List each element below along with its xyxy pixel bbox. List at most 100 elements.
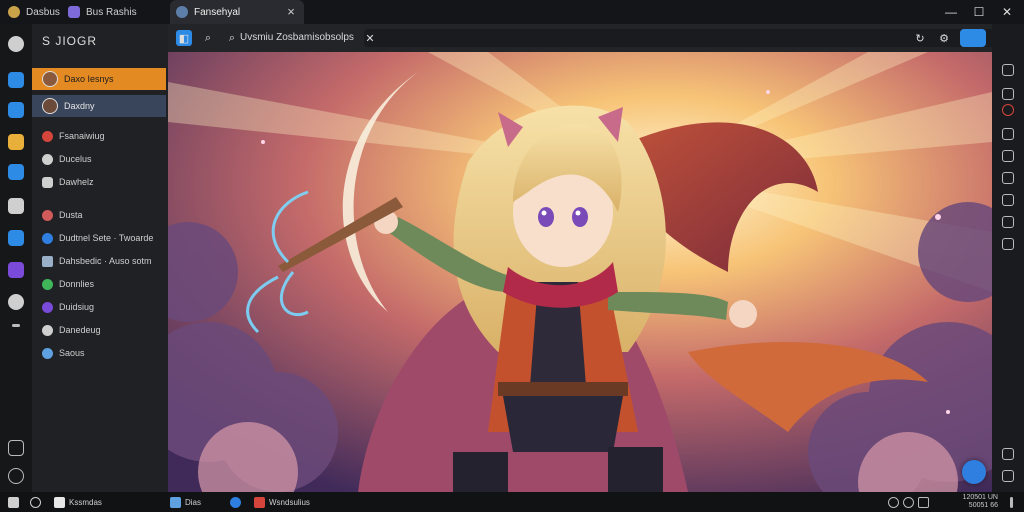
sidebar-item[interactable]: Dusta bbox=[32, 204, 166, 226]
doc-icon bbox=[42, 255, 53, 267]
steam-icon[interactable] bbox=[8, 198, 24, 214]
blue-app-icon bbox=[42, 232, 53, 244]
sidebar-item-label: Dawhelz bbox=[59, 177, 94, 187]
sidebar-toggle-icon[interactable]: ◧ bbox=[176, 30, 192, 46]
clear-icon[interactable]: ✕ bbox=[362, 30, 378, 46]
taskbar-item[interactable] bbox=[230, 492, 241, 512]
minimize-button[interactable]: — bbox=[936, 0, 966, 24]
sidebar-item[interactable]: Daxdny bbox=[32, 95, 166, 117]
battery-icon bbox=[918, 496, 929, 508]
taskbar-item[interactable]: Dias bbox=[170, 492, 201, 512]
edge-icon bbox=[230, 496, 241, 508]
sidebar-item[interactable]: Ducelus bbox=[32, 148, 166, 170]
layout-icon[interactable] bbox=[1002, 470, 1014, 482]
sidebar-item-label: Fsanaiwiug bbox=[59, 131, 105, 141]
taskbar-item[interactable]: Wsndsulius bbox=[254, 492, 310, 512]
refresh-icon[interactable]: ↻ bbox=[912, 30, 928, 46]
bookmark-icon[interactable] bbox=[1002, 64, 1014, 76]
screen-icon[interactable] bbox=[8, 440, 24, 456]
settings-icon[interactable]: ⚙ bbox=[936, 30, 952, 46]
sidebar-item[interactable]: Duidsiug bbox=[32, 296, 166, 318]
left-rail bbox=[0, 24, 32, 492]
record-icon bbox=[42, 130, 53, 142]
home-icon[interactable] bbox=[8, 36, 24, 52]
address-text: Uvsmiu Zosbamisobsolps bbox=[240, 32, 354, 43]
search-icon-2[interactable]: ⌕ bbox=[224, 30, 240, 46]
sidebar-item[interactable]: Dawhelz bbox=[32, 171, 166, 193]
magnifier-icon bbox=[30, 496, 41, 508]
anime-illustration bbox=[168, 52, 992, 492]
artwork-view bbox=[168, 52, 992, 492]
power-icon[interactable] bbox=[8, 468, 24, 484]
sidebar-item[interactable]: Donnlies bbox=[32, 273, 166, 295]
right-rail bbox=[992, 24, 1024, 492]
taskbar-item-label: Dias bbox=[185, 497, 202, 507]
app-icon bbox=[68, 6, 80, 18]
sidebar-item-label: Duidsiug bbox=[59, 302, 95, 312]
search-icon[interactable] bbox=[30, 492, 41, 512]
green-app-icon bbox=[42, 278, 53, 290]
globe-icon bbox=[42, 347, 53, 359]
taskbar-item-label: Wsndsulius bbox=[269, 497, 310, 507]
sidebar-item-label: Daxdny bbox=[64, 101, 95, 111]
game-icon[interactable] bbox=[8, 262, 24, 278]
volume-icon bbox=[903, 496, 914, 508]
avatar bbox=[42, 98, 58, 114]
tab-dasbus[interactable]: Dasbus bbox=[2, 0, 66, 24]
store-icon[interactable] bbox=[8, 102, 24, 118]
taskbar-item[interactable]: Kssmdas bbox=[54, 492, 102, 512]
show-desktop-icon bbox=[1010, 496, 1013, 508]
maximize-button[interactable]: ☐ bbox=[964, 0, 994, 24]
tab-label: Bus Rashis bbox=[86, 6, 137, 18]
close-tab-icon[interactable]: × bbox=[284, 5, 298, 19]
app-icon bbox=[170, 496, 181, 508]
share-icon[interactable] bbox=[1002, 172, 1014, 184]
clock-date: 50051 66 bbox=[968, 502, 998, 509]
sidebar-item[interactable]: Dudtnel Sete · Twoarde bbox=[32, 227, 166, 249]
start-icon[interactable] bbox=[8, 492, 19, 512]
chat-icon bbox=[42, 176, 53, 188]
close-window-button[interactable]: ✕ bbox=[992, 0, 1022, 24]
record-icon[interactable] bbox=[1002, 104, 1014, 116]
sidebar-header: S JIOGR bbox=[42, 34, 98, 48]
tab-label: Dasbus bbox=[26, 6, 60, 18]
photo-icon[interactable] bbox=[8, 134, 24, 150]
tab-label: Fansehyal bbox=[194, 6, 241, 18]
sidebar-item[interactable]: Daxo Iesnys bbox=[32, 68, 166, 90]
clock-time: 120501 UN bbox=[962, 494, 998, 501]
tray-icons[interactable] bbox=[888, 492, 929, 512]
floating-action-button[interactable] bbox=[962, 460, 986, 484]
network-icon bbox=[888, 496, 899, 508]
sidebar-item-label: Saous bbox=[59, 348, 85, 358]
tab-bus-rashis[interactable]: Bus Rashis bbox=[62, 0, 143, 24]
settings-icon[interactable] bbox=[8, 294, 24, 310]
circle-icon bbox=[42, 153, 53, 165]
sidebar-item[interactable]: Saous bbox=[32, 342, 166, 364]
mail-icon[interactable] bbox=[8, 72, 24, 88]
system-clock[interactable]: 120501 UN 50051 66 bbox=[963, 494, 998, 510]
window-icon[interactable] bbox=[1002, 216, 1014, 228]
sidebar-item[interactable]: Dahsbedic · Auso sotm bbox=[32, 250, 166, 272]
download-icon[interactable] bbox=[1002, 128, 1014, 140]
notification-icon[interactable] bbox=[1010, 492, 1013, 512]
app-icon bbox=[8, 6, 20, 18]
chat-icon[interactable] bbox=[8, 230, 24, 246]
go-button[interactable] bbox=[960, 29, 986, 47]
sidebar-item-label: Dudtnel Sete · Twoarde bbox=[59, 233, 154, 243]
taskbar: Kssmdas Dias Wsndsulius 120501 UN 50051 … bbox=[0, 492, 1024, 512]
tab-fansehyal[interactable]: Fansehyal × bbox=[170, 0, 304, 24]
sidebar-item-label: Donnlies bbox=[59, 279, 95, 289]
target-icon bbox=[42, 209, 53, 221]
grid-icon[interactable] bbox=[1002, 238, 1014, 250]
app-icon bbox=[254, 496, 265, 508]
more-icon[interactable] bbox=[12, 324, 20, 327]
sidebar-item[interactable]: Danedeug bbox=[32, 319, 166, 341]
history-icon[interactable] bbox=[1002, 88, 1014, 100]
sidebar-item[interactable]: Fsanaiwiug bbox=[32, 125, 166, 147]
note-icon[interactable] bbox=[1002, 194, 1014, 206]
search-icon[interactable]: ⌕ bbox=[200, 30, 216, 46]
extension-icon[interactable] bbox=[1002, 150, 1014, 162]
doc-icon[interactable] bbox=[8, 164, 24, 180]
panel-icon[interactable] bbox=[1002, 448, 1014, 460]
sidebar: S JIOGR Daxo Iesnys Daxdny Fsanaiwiug Du… bbox=[32, 24, 168, 492]
